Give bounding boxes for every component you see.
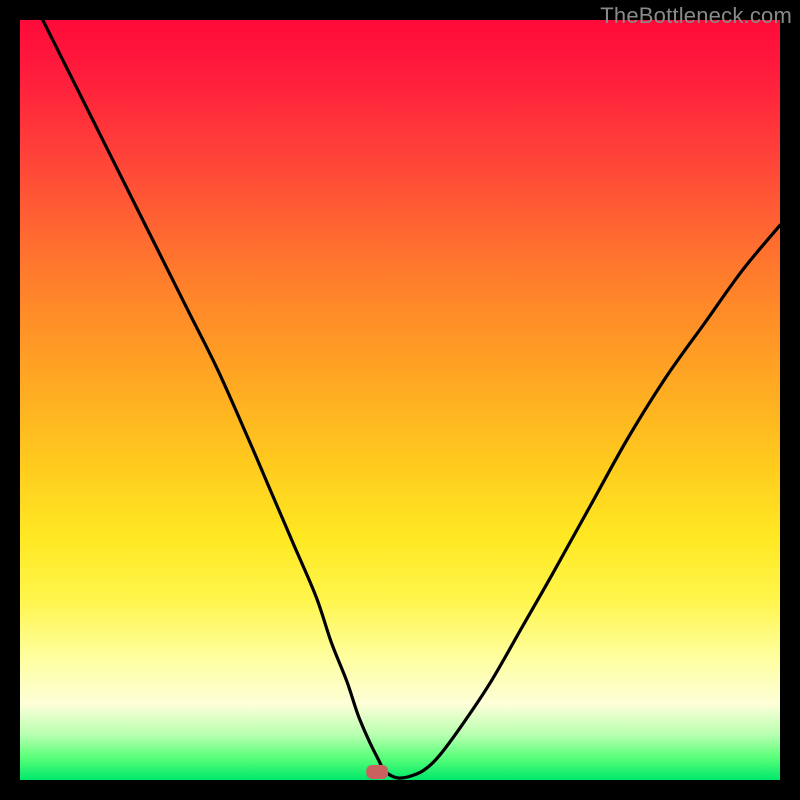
- watermark-text: TheBottleneck.com: [600, 3, 792, 29]
- chart-svg: [20, 20, 780, 780]
- chart-frame: TheBottleneck.com: [0, 0, 800, 800]
- bottleneck-curve: [43, 20, 780, 778]
- gradient-plot-area: [20, 20, 780, 780]
- optimal-marker: [366, 765, 388, 779]
